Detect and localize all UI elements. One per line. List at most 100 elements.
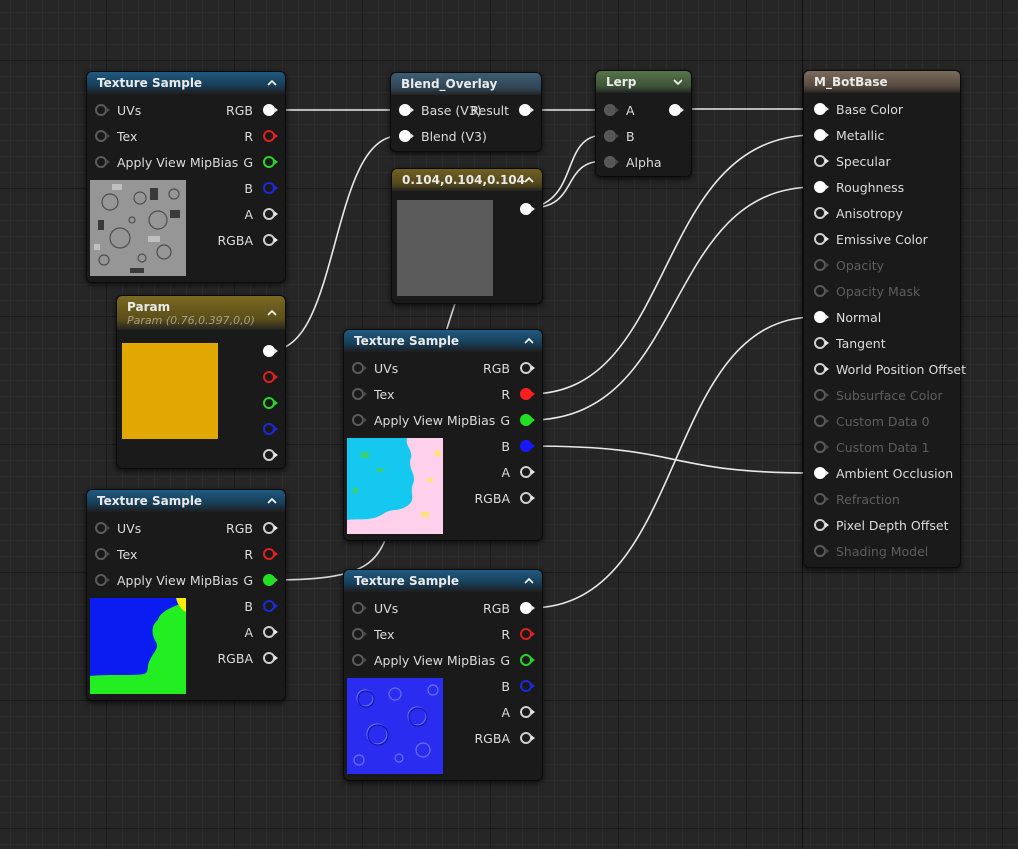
input-pin[interactable] (814, 337, 829, 349)
output-pin[interactable] (263, 208, 278, 220)
input-pin[interactable] (814, 441, 829, 453)
input-pin[interactable] (604, 156, 619, 168)
material-input-shading-model[interactable]: Shading Model (814, 542, 928, 560)
output-pin[interactable] (263, 345, 278, 357)
input-pin[interactable] (95, 156, 110, 168)
output-pin[interactable] (263, 626, 278, 638)
node-param[interactable]: Param Param (0.76,0.397,0,0) (116, 295, 286, 469)
output-pin[interactable] (669, 104, 684, 116)
input-pin[interactable] (814, 545, 829, 557)
input-pin[interactable] (95, 548, 110, 560)
collapse-caret-icon[interactable] (523, 335, 535, 347)
node-constant-vector[interactable]: 0.104,0.104,0.104 (391, 168, 543, 304)
input-pin[interactable] (399, 104, 414, 116)
input-pin[interactable] (814, 285, 829, 297)
node-blend-overlay[interactable]: Blend_Overlay Base (V3) Blend (V3) Resul… (390, 72, 542, 152)
output-pin[interactable] (520, 414, 535, 426)
input-pin[interactable] (399, 130, 414, 142)
input-pin[interactable] (352, 602, 367, 614)
material-input-anisotropy[interactable]: Anisotropy (814, 204, 903, 222)
input-pin[interactable] (352, 628, 367, 640)
collapse-caret-icon[interactable] (266, 77, 278, 89)
input-pin[interactable] (814, 207, 829, 219)
material-input-refraction[interactable]: Refraction (814, 490, 900, 508)
input-pin[interactable] (814, 311, 829, 323)
material-input-metallic[interactable]: Metallic (814, 126, 884, 144)
output-pin[interactable] (263, 423, 278, 435)
material-input-pixel-depth-offset[interactable]: Pixel Depth Offset (814, 516, 949, 534)
input-pin[interactable] (814, 129, 829, 141)
output-pin[interactable] (263, 130, 278, 142)
input-pin[interactable] (814, 155, 829, 167)
output-pin[interactable] (263, 371, 278, 383)
output-pin[interactable] (520, 706, 535, 718)
output-pin[interactable] (519, 104, 534, 116)
output-pin[interactable] (520, 680, 535, 692)
output-pin[interactable] (520, 654, 535, 666)
collapse-caret-icon[interactable] (266, 307, 278, 319)
output-pin[interactable] (263, 182, 278, 194)
collapse-caret-icon[interactable] (523, 575, 535, 587)
output-pin[interactable] (520, 492, 535, 504)
output-pin[interactable] (263, 156, 278, 168)
input-pin[interactable] (814, 233, 829, 245)
input-pin[interactable] (604, 130, 619, 142)
output-pin[interactable] (520, 203, 535, 215)
output-pin[interactable] (520, 440, 535, 452)
material-input-normal[interactable]: Normal (814, 308, 881, 326)
output-pin[interactable] (263, 600, 278, 612)
collapse-caret-icon[interactable] (266, 495, 278, 507)
expand-chevron-down-icon[interactable] (672, 76, 684, 88)
material-input-opacity-mask[interactable]: Opacity Mask (814, 282, 920, 300)
output-pin[interactable] (263, 574, 278, 586)
output-pin[interactable] (263, 522, 278, 534)
input-pin[interactable] (352, 414, 367, 426)
input-pin[interactable] (814, 181, 829, 193)
material-input-roughness[interactable]: Roughness (814, 178, 904, 196)
output-pin[interactable] (263, 449, 278, 461)
input-pin[interactable] (95, 574, 110, 586)
input-pin[interactable] (352, 388, 367, 400)
input-pin[interactable] (604, 104, 619, 116)
material-input-world-position-offset[interactable]: World Position Offset (814, 360, 966, 378)
input-pin[interactable] (814, 467, 829, 479)
input-pin[interactable] (352, 654, 367, 666)
input-pin[interactable] (95, 130, 110, 142)
input-pin[interactable] (814, 415, 829, 427)
node-texture-sample-4[interactable]: Texture Sample UVs Tex Apply View MipBia… (343, 569, 543, 781)
material-input-emissive-color[interactable]: Emissive Color (814, 230, 928, 248)
output-pin[interactable] (520, 362, 535, 374)
material-input-subsurface-color[interactable]: Subsurface Color (814, 386, 943, 404)
node-texture-sample-2[interactable]: Texture Sample UVs Tex Apply View MipBia… (343, 329, 543, 541)
output-pin[interactable] (520, 732, 535, 744)
input-pin[interactable] (95, 522, 110, 534)
input-pin[interactable] (814, 103, 829, 115)
node-texture-sample-1[interactable]: Texture Sample UVs Tex Apply View MipBia… (86, 71, 286, 283)
input-pin[interactable] (814, 519, 829, 531)
material-input-custom-data-0[interactable]: Custom Data 0 (814, 412, 930, 430)
material-input-custom-data-1[interactable]: Custom Data 1 (814, 438, 930, 456)
node-texture-sample-3[interactable]: Texture Sample UVs Tex Apply View MipBia… (86, 489, 286, 701)
output-pin[interactable] (520, 388, 535, 400)
output-pin[interactable] (263, 548, 278, 560)
collapse-caret-icon[interactable] (523, 174, 535, 186)
material-input-base-color[interactable]: Base Color (814, 100, 903, 118)
input-pin[interactable] (352, 362, 367, 374)
node-material-result[interactable]: M_BotBase Base Color Metallic Specular Roug… (803, 70, 966, 568)
material-input-opacity[interactable]: Opacity (814, 256, 884, 274)
output-pin[interactable] (263, 652, 278, 664)
material-graph-canvas[interactable]: Texture Sample UVs Tex Apply View MipBia… (0, 0, 1018, 849)
input-pin[interactable] (814, 389, 829, 401)
node-lerp[interactable]: Lerp A B Alpha (595, 70, 692, 177)
input-pin[interactable] (95, 104, 110, 116)
input-pin[interactable] (814, 363, 829, 375)
output-pin[interactable] (520, 628, 535, 640)
output-pin[interactable] (263, 234, 278, 246)
material-input-ambient-occlusion[interactable]: Ambient Occlusion (814, 464, 953, 482)
output-pin[interactable] (520, 466, 535, 478)
input-pin[interactable] (814, 493, 829, 505)
output-pin[interactable] (263, 104, 278, 116)
material-input-tangent[interactable]: Tangent (814, 334, 886, 352)
material-input-specular[interactable]: Specular (814, 152, 891, 170)
output-pin[interactable] (520, 602, 535, 614)
